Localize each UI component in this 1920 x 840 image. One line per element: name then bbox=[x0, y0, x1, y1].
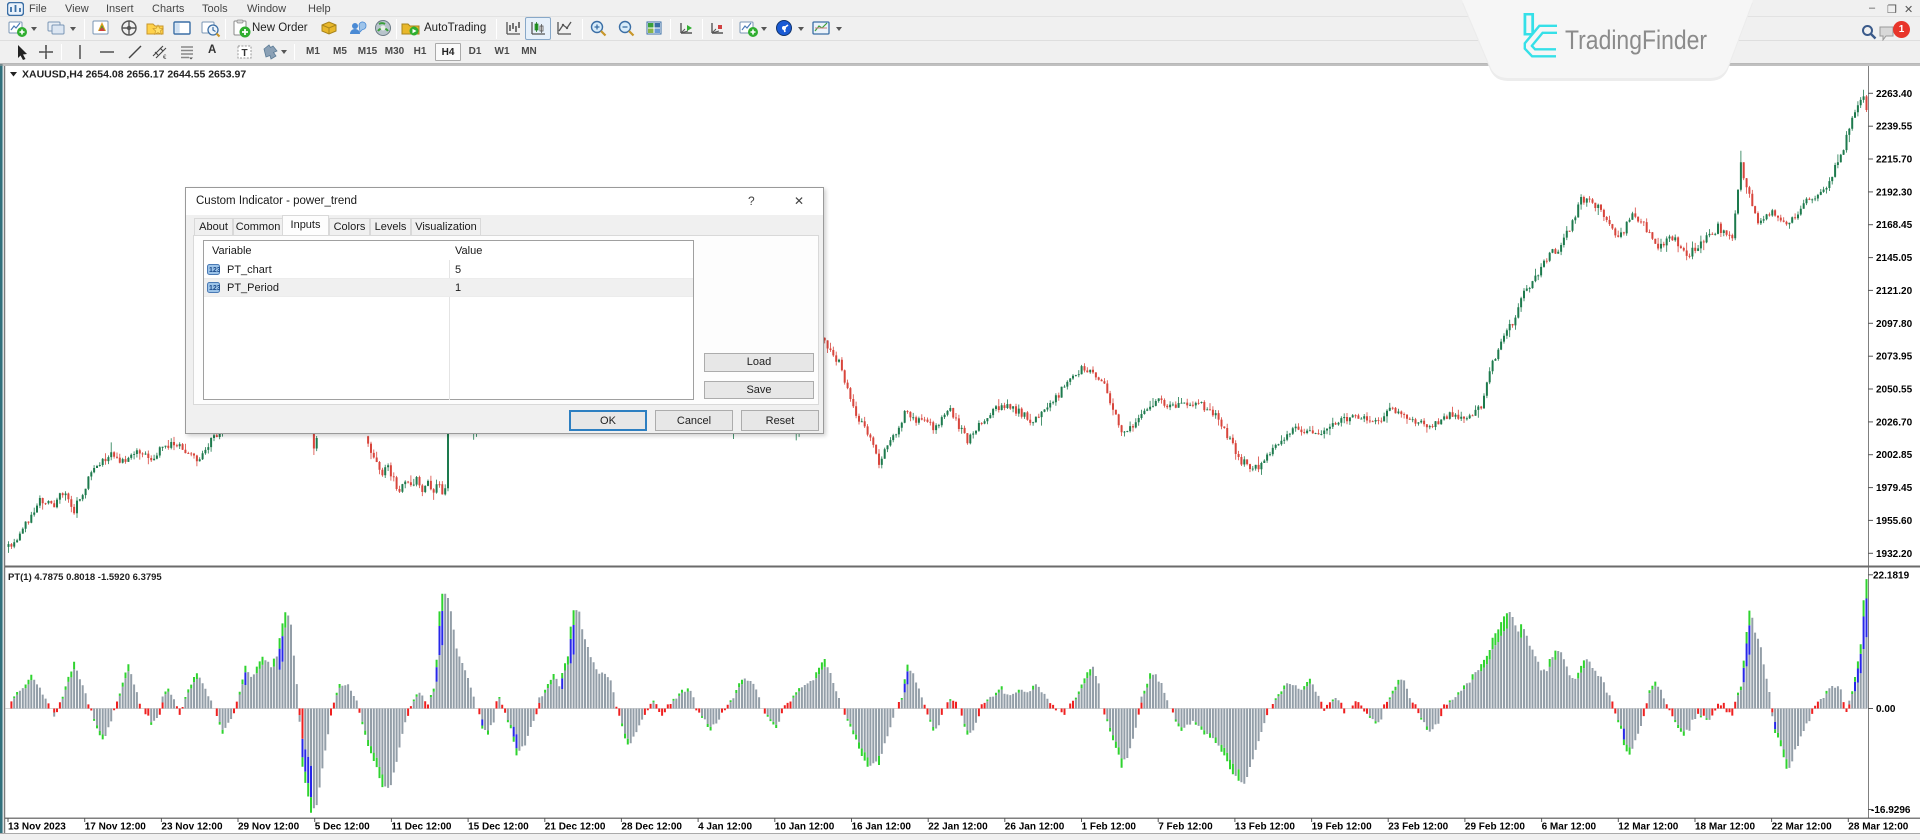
svg-text:TradingFinder: TradingFinder bbox=[1565, 25, 1707, 55]
svg-text:1932.20: 1932.20 bbox=[1876, 549, 1913, 560]
svg-text:2145.05: 2145.05 bbox=[1876, 253, 1913, 264]
svg-text:2168.45: 2168.45 bbox=[1876, 220, 1913, 231]
svg-text:13 Nov 2023: 13 Nov 2023 bbox=[8, 822, 66, 833]
svg-text:11 Dec 12:00: 11 Dec 12:00 bbox=[391, 822, 451, 833]
svg-text:22 Jan 12:00: 22 Jan 12:00 bbox=[928, 822, 988, 833]
svg-text:2097.80: 2097.80 bbox=[1876, 319, 1913, 330]
svg-text:6 Mar 12:00: 6 Mar 12:00 bbox=[1542, 822, 1597, 833]
svg-text:10 Jan 12:00: 10 Jan 12:00 bbox=[775, 822, 835, 833]
svg-text:2073.95: 2073.95 bbox=[1876, 352, 1913, 363]
svg-text:2121.20: 2121.20 bbox=[1876, 286, 1913, 297]
svg-text:21 Dec 12:00: 21 Dec 12:00 bbox=[545, 822, 606, 833]
svg-text:1 Feb 12:00: 1 Feb 12:00 bbox=[1082, 822, 1137, 833]
svg-text:-16.9296: -16.9296 bbox=[1871, 805, 1911, 816]
svg-text:23 Feb 12:00: 23 Feb 12:00 bbox=[1388, 822, 1448, 833]
svg-text:T: T bbox=[242, 48, 248, 59]
svg-text:1955.60: 1955.60 bbox=[1876, 516, 1913, 527]
svg-text:XAUUSD,H4 2654.08 2656.17 264: XAUUSD,H4 2654.08 2656.17 2644.55 2653.9… bbox=[22, 69, 246, 81]
svg-text:2026.70: 2026.70 bbox=[1876, 417, 1913, 428]
svg-text:123: 123 bbox=[209, 285, 220, 292]
svg-text:123: 123 bbox=[209, 267, 220, 274]
svg-text:PT(1) 4.7875 0.8018 -1.5920 6.: PT(1) 4.7875 0.8018 -1.5920 6.3795 bbox=[8, 572, 162, 583]
svg-text:7 Feb 12:00: 7 Feb 12:00 bbox=[1158, 822, 1213, 833]
svg-text:€: € bbox=[163, 55, 167, 61]
svg-text:28 Mar 12:00: 28 Mar 12:00 bbox=[1848, 822, 1908, 833]
svg-text:13 Feb 12:00: 13 Feb 12:00 bbox=[1235, 822, 1295, 833]
svg-text:15 Dec 12:00: 15 Dec 12:00 bbox=[468, 822, 529, 833]
svg-text:5 Dec 12:00: 5 Dec 12:00 bbox=[315, 822, 370, 833]
svg-text:23 Nov 12:00: 23 Nov 12:00 bbox=[161, 822, 223, 833]
svg-text:22.1819: 22.1819 bbox=[1873, 570, 1910, 581]
svg-text:2192.30: 2192.30 bbox=[1876, 187, 1913, 198]
svg-text:2050.55: 2050.55 bbox=[1876, 385, 1913, 396]
svg-text:2239.55: 2239.55 bbox=[1876, 122, 1913, 133]
svg-text:2002.85: 2002.85 bbox=[1876, 450, 1913, 461]
svg-text:29 Feb 12:00: 29 Feb 12:00 bbox=[1465, 822, 1525, 833]
svg-text:1979.45: 1979.45 bbox=[1876, 483, 1913, 494]
svg-text:16 Jan 12:00: 16 Jan 12:00 bbox=[852, 822, 912, 833]
svg-text:17 Nov 12:00: 17 Nov 12:00 bbox=[85, 822, 147, 833]
svg-text:28 Dec 12:00: 28 Dec 12:00 bbox=[621, 822, 682, 833]
svg-text:22 Mar 12:00: 22 Mar 12:00 bbox=[1772, 822, 1832, 833]
svg-text:2263.40: 2263.40 bbox=[1876, 89, 1913, 100]
svg-text:19 Feb 12:00: 19 Feb 12:00 bbox=[1312, 822, 1372, 833]
svg-text:29 Nov 12:00: 29 Nov 12:00 bbox=[238, 822, 300, 833]
svg-text:0.00: 0.00 bbox=[1876, 704, 1896, 715]
svg-text:12 Mar 12:00: 12 Mar 12:00 bbox=[1618, 822, 1678, 833]
svg-text:2215.70: 2215.70 bbox=[1876, 155, 1913, 166]
svg-text:26 Jan 12:00: 26 Jan 12:00 bbox=[1005, 822, 1065, 833]
svg-text:4 Jan 12:00: 4 Jan 12:00 bbox=[698, 822, 752, 833]
svg-text:18 Mar 12:00: 18 Mar 12:00 bbox=[1695, 822, 1755, 833]
